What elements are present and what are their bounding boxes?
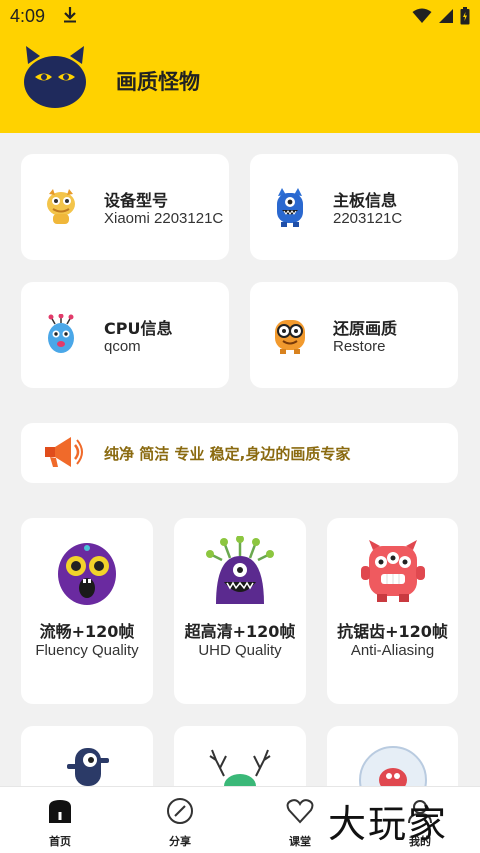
download-icon [64,7,76,23]
status-bar: 4:09 [0,0,480,32]
slogan-text: 纯净 简洁 专业 稳定,身边的画质专家 [104,445,351,463]
device-model-label: 设备型号 [104,191,169,210]
anti-aliasing-subtitle: Anti-Aliasing [350,642,435,659]
fluency-subtitle: Fluency Quality [35,642,139,659]
status-time: 4:09 [10,6,46,26]
nav-share[interactable]: 分享 [120,787,240,853]
nav-home[interactable]: 首页 [0,787,120,853]
anti-aliasing-card[interactable]: 抗锯齿+120帧 Anti-Aliasing [327,518,458,704]
fluency-quality-card[interactable]: 流畅+120帧 Fluency Quality [21,518,153,704]
restore-quality-label: 还原画质 [333,319,398,338]
app-header: 4:09 画质怪物 [0,0,480,133]
quality-card-partial-2[interactable] [174,726,306,786]
purple-monster-icon [58,543,116,605]
cpu-info-label: CPU信息 [104,319,173,338]
uhd-quality-card[interactable]: 超高清+120帧 UHD Quality [174,518,306,704]
signal-icon [439,9,453,23]
wifi-icon [412,8,432,23]
heart-icon [286,799,314,824]
antler-monster-icon [209,749,271,786]
one-eyed-monster-icon [67,748,109,786]
anti-aliasing-title: 抗锯齿+120帧 [337,622,448,641]
restore-quality-value: Restore [333,338,386,355]
nav-share-label: 分享 [169,835,191,848]
fluency-title: 流畅+120帧 [39,622,135,641]
uhd-subtitle: UHD Quality [198,642,282,659]
battery-icon [460,7,470,25]
compass-icon [167,798,193,824]
slogan-banner: 纯净 简洁 专业 稳定,身边的画质专家 [21,423,458,483]
app-title: 画质怪物 [116,70,200,94]
home-icon [49,800,71,823]
cpu-info-card[interactable]: CPU信息 qcom [21,282,229,388]
app-logo [24,46,86,108]
antenna-monster-icon [206,536,274,604]
bubble-monster-icon [359,746,427,786]
megaphone-icon [45,437,83,467]
balloon-monster-icon [48,314,74,353]
nav-home-label: 首页 [49,835,71,848]
device-model-value: Xiaomi 2203121C [104,210,224,227]
mainboard-info-card[interactable]: 主板信息 2203121C [250,154,458,260]
red-three-eyed-monster-icon [360,540,425,602]
uhd-title: 超高清+120帧 [184,622,296,641]
quality-card-partial-1[interactable] [21,726,153,786]
orange-glasses-monster-icon [275,320,305,354]
yellow-monster-icon [47,189,75,224]
mainboard-info-label: 主板信息 [333,191,398,210]
watermark-text: 大玩家 [328,802,449,846]
device-model-card[interactable]: 设备型号 Xiaomi 2203121C [21,154,229,260]
mainboard-info-value: 2203121C [333,210,403,227]
cpu-info-value: qcom [104,338,141,355]
restore-quality-card[interactable]: 还原画质 Restore [250,282,458,388]
quality-card-partial-3[interactable] [327,726,458,786]
status-icons [412,7,470,25]
blue-monster-icon [277,188,303,227]
